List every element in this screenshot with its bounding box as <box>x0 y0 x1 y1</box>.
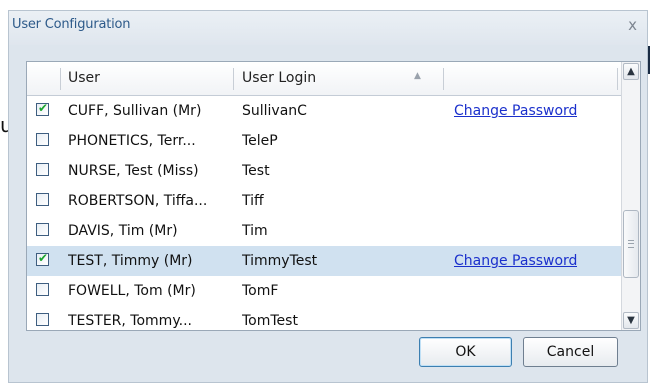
row-checkbox[interactable] <box>36 283 49 296</box>
close-icon[interactable]: x <box>628 16 637 34</box>
table-row[interactable]: ROBERTSON, Tiffa... Tiff <box>27 186 621 216</box>
grid-body: ✔ CUFF, Sullivan (Mr) SullivanC Change Pass… <box>27 96 621 330</box>
user-name-cell: FOWELL, Tom (Mr) <box>68 283 196 299</box>
user-login-cell: Tim <box>242 223 268 239</box>
user-login-cell: TeleP <box>242 133 278 149</box>
scroll-down-icon[interactable]: ▼ <box>623 312 639 329</box>
title-bar: User Configuration x <box>9 11 647 45</box>
checkmark-icon: ✔ <box>38 101 49 115</box>
change-password-link[interactable]: Change Password <box>454 246 577 276</box>
dialog-title: User Configuration <box>12 17 131 32</box>
checkmark-icon: ✔ <box>38 251 49 265</box>
table-row[interactable]: ✔ TEST, Timmy (Mr) TimmyTest Change Passwor… <box>27 246 621 276</box>
grid-header: User User Login ▲ <box>27 62 621 96</box>
row-checkbox[interactable] <box>36 163 49 176</box>
row-checkbox[interactable]: ✔ <box>36 101 49 116</box>
user-name-cell: TESTER, Tommy... <box>68 313 192 329</box>
user-name-cell: TEST, Timmy (Mr) <box>68 253 193 269</box>
table-row[interactable]: PHONETICS, Terr... TeleP <box>27 126 621 156</box>
row-checkbox[interactable]: ✔ <box>36 251 49 266</box>
column-header-user[interactable]: User <box>68 62 100 95</box>
scrollbar-thumb[interactable] <box>623 210 639 278</box>
user-name-cell: PHONETICS, Terr... <box>68 133 196 149</box>
vertical-scrollbar[interactable]: ▲ ▼ <box>621 62 640 330</box>
column-header-user-login[interactable]: User Login <box>242 62 316 95</box>
user-name-cell: DAVIS, Tim (Mr) <box>68 223 178 239</box>
change-password-link[interactable]: Change Password <box>454 96 577 126</box>
user-name-cell: ROBERTSON, Tiffa... <box>68 193 208 209</box>
user-configuration-dialog: User Configuration x User User Login ▲ ✔… <box>8 10 648 383</box>
scroll-up-icon[interactable]: ▲ <box>623 63 639 80</box>
table-row[interactable]: FOWELL, Tom (Mr) TomF <box>27 276 621 306</box>
background-window-edge <box>648 46 650 74</box>
user-login-cell: Test <box>242 163 270 179</box>
row-checkbox[interactable] <box>36 193 49 206</box>
user-name-cell: CUFF, Sullivan (Mr) <box>68 103 202 119</box>
table-row[interactable]: TESTER, Tommy... TomTest <box>27 306 621 330</box>
table-row[interactable]: NURSE, Test (Miss) Test <box>27 156 621 186</box>
column-separator[interactable] <box>60 68 61 90</box>
table-row[interactable]: DAVIS, Tim (Mr) Tim <box>27 216 621 246</box>
row-checkbox[interactable] <box>36 223 49 236</box>
table-row[interactable]: ✔ CUFF, Sullivan (Mr) SullivanC Change Pass… <box>27 96 621 126</box>
user-login-cell: TomF <box>242 283 279 299</box>
user-name-cell: NURSE, Test (Miss) <box>68 163 199 179</box>
user-login-cell: TimmyTest <box>242 253 318 269</box>
row-checkbox[interactable] <box>36 313 49 326</box>
user-login-cell: Tiff <box>242 193 264 209</box>
row-checkbox[interactable] <box>36 133 49 146</box>
user-login-cell: SullivanC <box>242 103 307 119</box>
ok-button[interactable]: OK <box>419 337 512 367</box>
sort-ascending-icon: ▲ <box>414 71 421 81</box>
users-grid: User User Login ▲ ✔ CUFF, Sullivan (Mr) Su… <box>26 61 641 331</box>
column-separator[interactable] <box>233 68 234 90</box>
column-separator[interactable] <box>443 68 444 90</box>
column-separator[interactable] <box>617 68 618 90</box>
cancel-button[interactable]: Cancel <box>523 337 618 367</box>
user-login-cell: TomTest <box>242 313 298 329</box>
grip-icon <box>628 240 634 248</box>
